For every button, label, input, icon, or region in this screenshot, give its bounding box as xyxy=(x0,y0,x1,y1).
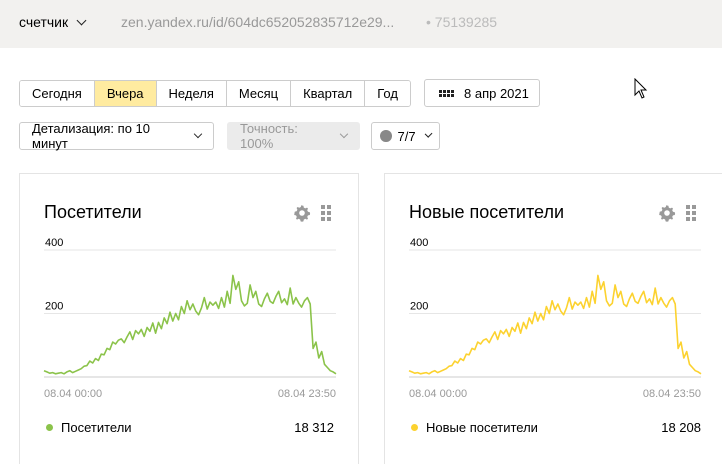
date-label: 8 апр 2021 xyxy=(464,85,529,101)
x-tick-label: 08.04 23:50 xyxy=(278,388,336,400)
drag-handle-icon[interactable] xyxy=(321,205,331,221)
site-url: zen.yandex.ru/id/604dc652052835712e29... xyxy=(121,14,395,30)
chart-new-visitors: 400 200 08.04 00:00 08.04 23:50 xyxy=(408,237,702,400)
top-bar: счетчик zen.yandex.ru/id/604dc6520528357… xyxy=(0,0,722,48)
total-value: 18 312 xyxy=(294,420,334,435)
chart-visitors: 400 200 08.04 00:00 08.04 23:50 xyxy=(43,237,337,400)
segments-dropdown[interactable]: 7/7 xyxy=(371,122,440,150)
y-tick-label: 400 xyxy=(410,237,428,249)
x-tick-label: 08.04 00:00 xyxy=(44,388,102,400)
x-tick-label: 08.04 00:00 xyxy=(409,388,467,400)
widget-title: Новые посетители xyxy=(409,202,565,222)
legend-item: Новые посетители xyxy=(411,420,538,435)
chevron-down-icon xyxy=(76,15,87,25)
y-tick-label: 400 xyxy=(45,237,63,249)
widget-visitors: Посетители 400 200 08.04 00:00 08.04 23:50 … xyxy=(19,173,359,464)
drag-handle-icon[interactable] xyxy=(686,205,696,221)
series-line[interactable] xyxy=(408,274,702,375)
chevron-down-icon xyxy=(339,129,349,139)
total-value: 18 208 xyxy=(661,420,701,435)
legend-dot xyxy=(46,424,53,431)
x-tick-label: 08.04 23:50 xyxy=(643,388,701,400)
widget-title: Посетители xyxy=(44,202,142,222)
legend-label: Новые посетители xyxy=(426,420,538,435)
segments-label: 7/7 xyxy=(397,128,416,144)
counter-label: счетчик xyxy=(19,14,69,30)
date-picker-button[interactable]: 8 апр 2021 xyxy=(424,79,540,107)
accuracy-label: Точность: 100% xyxy=(240,121,298,151)
gear-icon[interactable] xyxy=(293,204,311,222)
period-tab[interactable]: Вчера xyxy=(94,81,157,106)
detail-label: Детализация: по 10 минут xyxy=(32,121,150,151)
mouse-cursor-icon xyxy=(634,78,648,99)
counter-selector[interactable]: счетчик xyxy=(19,14,87,30)
detail-dropdown[interactable]: Детализация: по 10 минут xyxy=(19,121,214,151)
calendar-icon xyxy=(439,89,454,97)
period-selector: Сегодня Вчера Неделя Месяц Квартал Год xyxy=(19,80,411,107)
counter-id: • 75139285 xyxy=(426,14,498,30)
y-tick-label: 200 xyxy=(410,301,428,313)
gear-icon[interactable] xyxy=(658,204,676,222)
legend-dot xyxy=(411,424,418,431)
y-tick-label: 200 xyxy=(45,301,63,313)
chevron-down-icon xyxy=(424,129,433,139)
accuracy-dropdown[interactable]: Точность: 100% xyxy=(227,121,360,151)
period-tab[interactable]: Год xyxy=(365,81,410,106)
period-tab[interactable]: Сегодня xyxy=(20,81,95,106)
comment-icon xyxy=(380,130,392,142)
period-tab[interactable]: Неделя xyxy=(156,81,227,106)
series-line[interactable] xyxy=(43,274,337,375)
widget-new-visitors: Новые посетители 400 200 08.04 00:00 08.04 … xyxy=(384,173,722,464)
legend-item: Посетители xyxy=(46,420,132,435)
chevron-down-icon xyxy=(193,129,203,139)
legend-label: Посетители xyxy=(61,420,132,435)
period-tab[interactable]: Квартал xyxy=(291,81,366,106)
period-tab[interactable]: Месяц xyxy=(226,81,292,106)
